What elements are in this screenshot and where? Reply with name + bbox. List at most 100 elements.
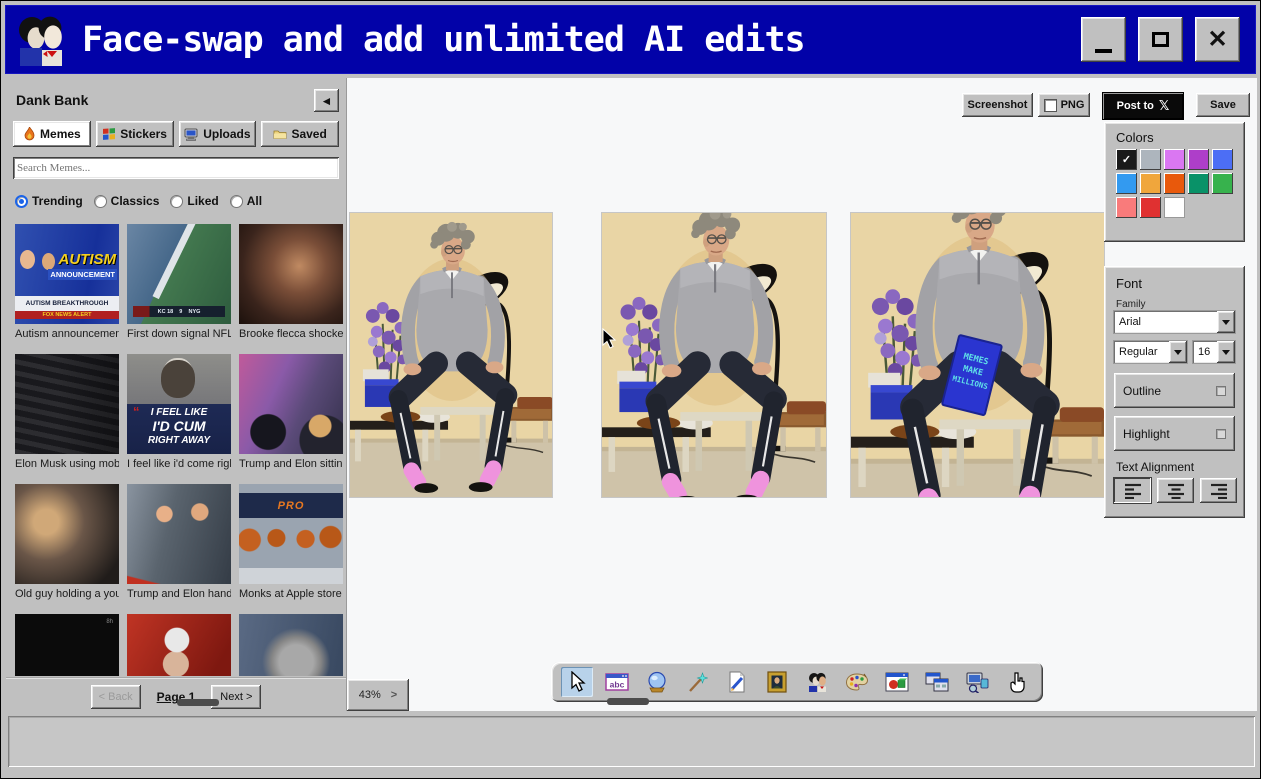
sidebar-tabs: Memes Stickers Uploads Saved xyxy=(13,121,339,147)
meme-item[interactable]: PRO Monks at Apple store xyxy=(239,484,343,614)
text-abc-icon: abc xyxy=(605,672,629,692)
meme-thumbnail xyxy=(239,354,343,454)
meme-caption: Autism announcement xyxy=(15,328,119,340)
align-center-button[interactable] xyxy=(1157,478,1194,503)
tool-media[interactable] xyxy=(881,667,913,697)
color-swatch[interactable] xyxy=(1140,149,1161,170)
tool-text[interactable]: abc xyxy=(601,667,633,697)
chevron-down-icon[interactable] xyxy=(1169,341,1187,363)
window-title: Face-swap and add unlimited AI edits xyxy=(82,20,805,60)
chevron-right-icon: > xyxy=(391,689,397,701)
highlight-toggle[interactable]: Highlight xyxy=(1114,416,1235,451)
filter-radios: Trending Classics Liked All xyxy=(15,194,262,208)
cursor-icon xyxy=(567,671,587,693)
sidebar-collapse-button[interactable]: ◄ xyxy=(314,89,339,112)
color-swatch[interactable] xyxy=(1164,149,1185,170)
chevron-down-icon[interactable] xyxy=(1217,311,1235,333)
meme-item[interactable]: Brooke flecca shocked xyxy=(239,224,343,354)
post-to-x-button[interactable]: Post to 𝕏 xyxy=(1103,93,1183,119)
meme-item[interactable]: 8h ○ 46 ⇄ 10 ♡ 256 ↑ 17k xyxy=(15,614,119,676)
media-window-icon xyxy=(885,672,909,692)
colors-panel: Colors ✓ xyxy=(1104,122,1245,242)
tab-saved[interactable]: Saved xyxy=(261,121,339,147)
fire-icon xyxy=(23,127,36,141)
png-toggle-button[interactable]: PNG xyxy=(1038,93,1090,117)
tool-face-swap[interactable] xyxy=(801,667,833,697)
tool-scan[interactable] xyxy=(961,667,993,697)
meme-thumbnail xyxy=(239,614,343,676)
meme-item[interactable] xyxy=(127,614,231,676)
align-right-button[interactable] xyxy=(1200,478,1237,503)
search-box xyxy=(13,157,339,179)
screenshot-button[interactable]: Screenshot xyxy=(962,93,1033,117)
tool-pan[interactable] xyxy=(1001,667,1033,697)
canvas-image-2[interactable] xyxy=(601,212,827,498)
toolbar-handle[interactable] xyxy=(607,698,649,705)
outline-toggle[interactable]: Outline xyxy=(1114,373,1235,408)
maximize-button[interactable] xyxy=(1138,17,1183,62)
color-swatch[interactable] xyxy=(1116,173,1137,194)
tab-uploads[interactable]: Uploads xyxy=(179,121,257,147)
tool-draw[interactable] xyxy=(721,667,753,697)
color-swatch[interactable] xyxy=(1164,173,1185,194)
magic-wand-icon xyxy=(686,671,708,693)
meme-item[interactable]: Elon Musk using mobile … xyxy=(15,354,119,484)
color-swatch[interactable] xyxy=(1188,173,1209,194)
paint-palette-icon xyxy=(845,672,869,692)
color-swatch[interactable] xyxy=(1116,197,1137,218)
meme-item[interactable]: Trump and Elon sitting t… xyxy=(239,354,343,484)
font-family-select[interactable]: Arial xyxy=(1114,311,1235,333)
font-title: Font xyxy=(1116,276,1142,291)
minimize-button[interactable] xyxy=(1081,17,1126,62)
tool-select[interactable] xyxy=(561,667,593,697)
document-pen-icon xyxy=(726,671,748,693)
sidebar-handle[interactable] xyxy=(177,699,219,706)
search-input[interactable] xyxy=(17,161,335,175)
meme-item[interactable]: AUTISM ANNOUNCEMENT AUTISM BREAKTHROUGH … xyxy=(15,224,119,354)
filter-liked[interactable]: Liked xyxy=(170,194,218,208)
alignment-label: Text Alignment xyxy=(1116,460,1194,474)
meme-caption: Trump and Elon sitting t… xyxy=(239,458,343,470)
align-left-button[interactable] xyxy=(1114,478,1151,503)
tool-crystal-ball[interactable] xyxy=(641,667,673,697)
save-button[interactable]: Save xyxy=(1196,93,1250,117)
tool-palette[interactable] xyxy=(841,667,873,697)
meme-item[interactable] xyxy=(239,614,343,676)
color-swatch[interactable] xyxy=(1140,173,1161,194)
next-button[interactable]: Next > xyxy=(211,685,261,709)
tab-stickers[interactable]: Stickers xyxy=(96,121,174,147)
editor-canvas[interactable]: MEMES MAKE MILLIONS Screenshot PNG Post … xyxy=(347,78,1257,711)
color-swatch[interactable] xyxy=(1164,197,1185,218)
color-swatch-selected[interactable]: ✓ xyxy=(1116,149,1137,170)
color-swatch[interactable] xyxy=(1212,149,1233,170)
close-button[interactable]: ✕ xyxy=(1195,17,1240,62)
face-swap-logo-icon xyxy=(14,12,70,68)
zoom-level-tab[interactable]: 43% > xyxy=(347,679,409,711)
tab-memes[interactable]: Memes xyxy=(13,121,91,147)
canvas-image-1[interactable] xyxy=(349,212,553,498)
meme-item[interactable]: Trump and Elon handsha.. xyxy=(127,484,231,614)
tool-windows[interactable] xyxy=(921,667,953,697)
filter-all[interactable]: All xyxy=(230,194,262,208)
filter-trending[interactable]: Trending xyxy=(15,194,83,208)
back-button[interactable]: < Back xyxy=(91,685,141,709)
colors-title: Colors xyxy=(1116,130,1154,145)
color-swatch[interactable] xyxy=(1140,197,1161,218)
mouse-cursor xyxy=(599,328,619,350)
crystal-ball-icon xyxy=(646,671,668,693)
meme-item[interactable]: “ I FEEL LIKE I'D CUM RIGHT AWAY I feel … xyxy=(127,354,231,484)
color-swatch[interactable] xyxy=(1212,173,1233,194)
chevron-down-icon[interactable] xyxy=(1217,341,1235,363)
color-swatch[interactable] xyxy=(1188,149,1209,170)
font-weight-select[interactable]: Regular xyxy=(1114,341,1187,363)
canvas-image-3[interactable]: MEMES MAKE MILLIONS xyxy=(850,212,1105,498)
meme-item[interactable]: KC 18 9 NYG First down signal NFL xyxy=(127,224,231,354)
meme-item[interactable]: Old guy holding a young … xyxy=(15,484,119,614)
tool-frame[interactable] xyxy=(761,667,793,697)
filter-classics[interactable]: Classics xyxy=(94,194,160,208)
maximize-icon xyxy=(1152,32,1169,47)
font-size-select[interactable]: 16 xyxy=(1193,341,1235,363)
meme-caption: I feel like i'd come right a.. xyxy=(127,458,231,470)
tool-magic-wand[interactable] xyxy=(681,667,713,697)
tool-bar: abc xyxy=(551,662,1043,702)
